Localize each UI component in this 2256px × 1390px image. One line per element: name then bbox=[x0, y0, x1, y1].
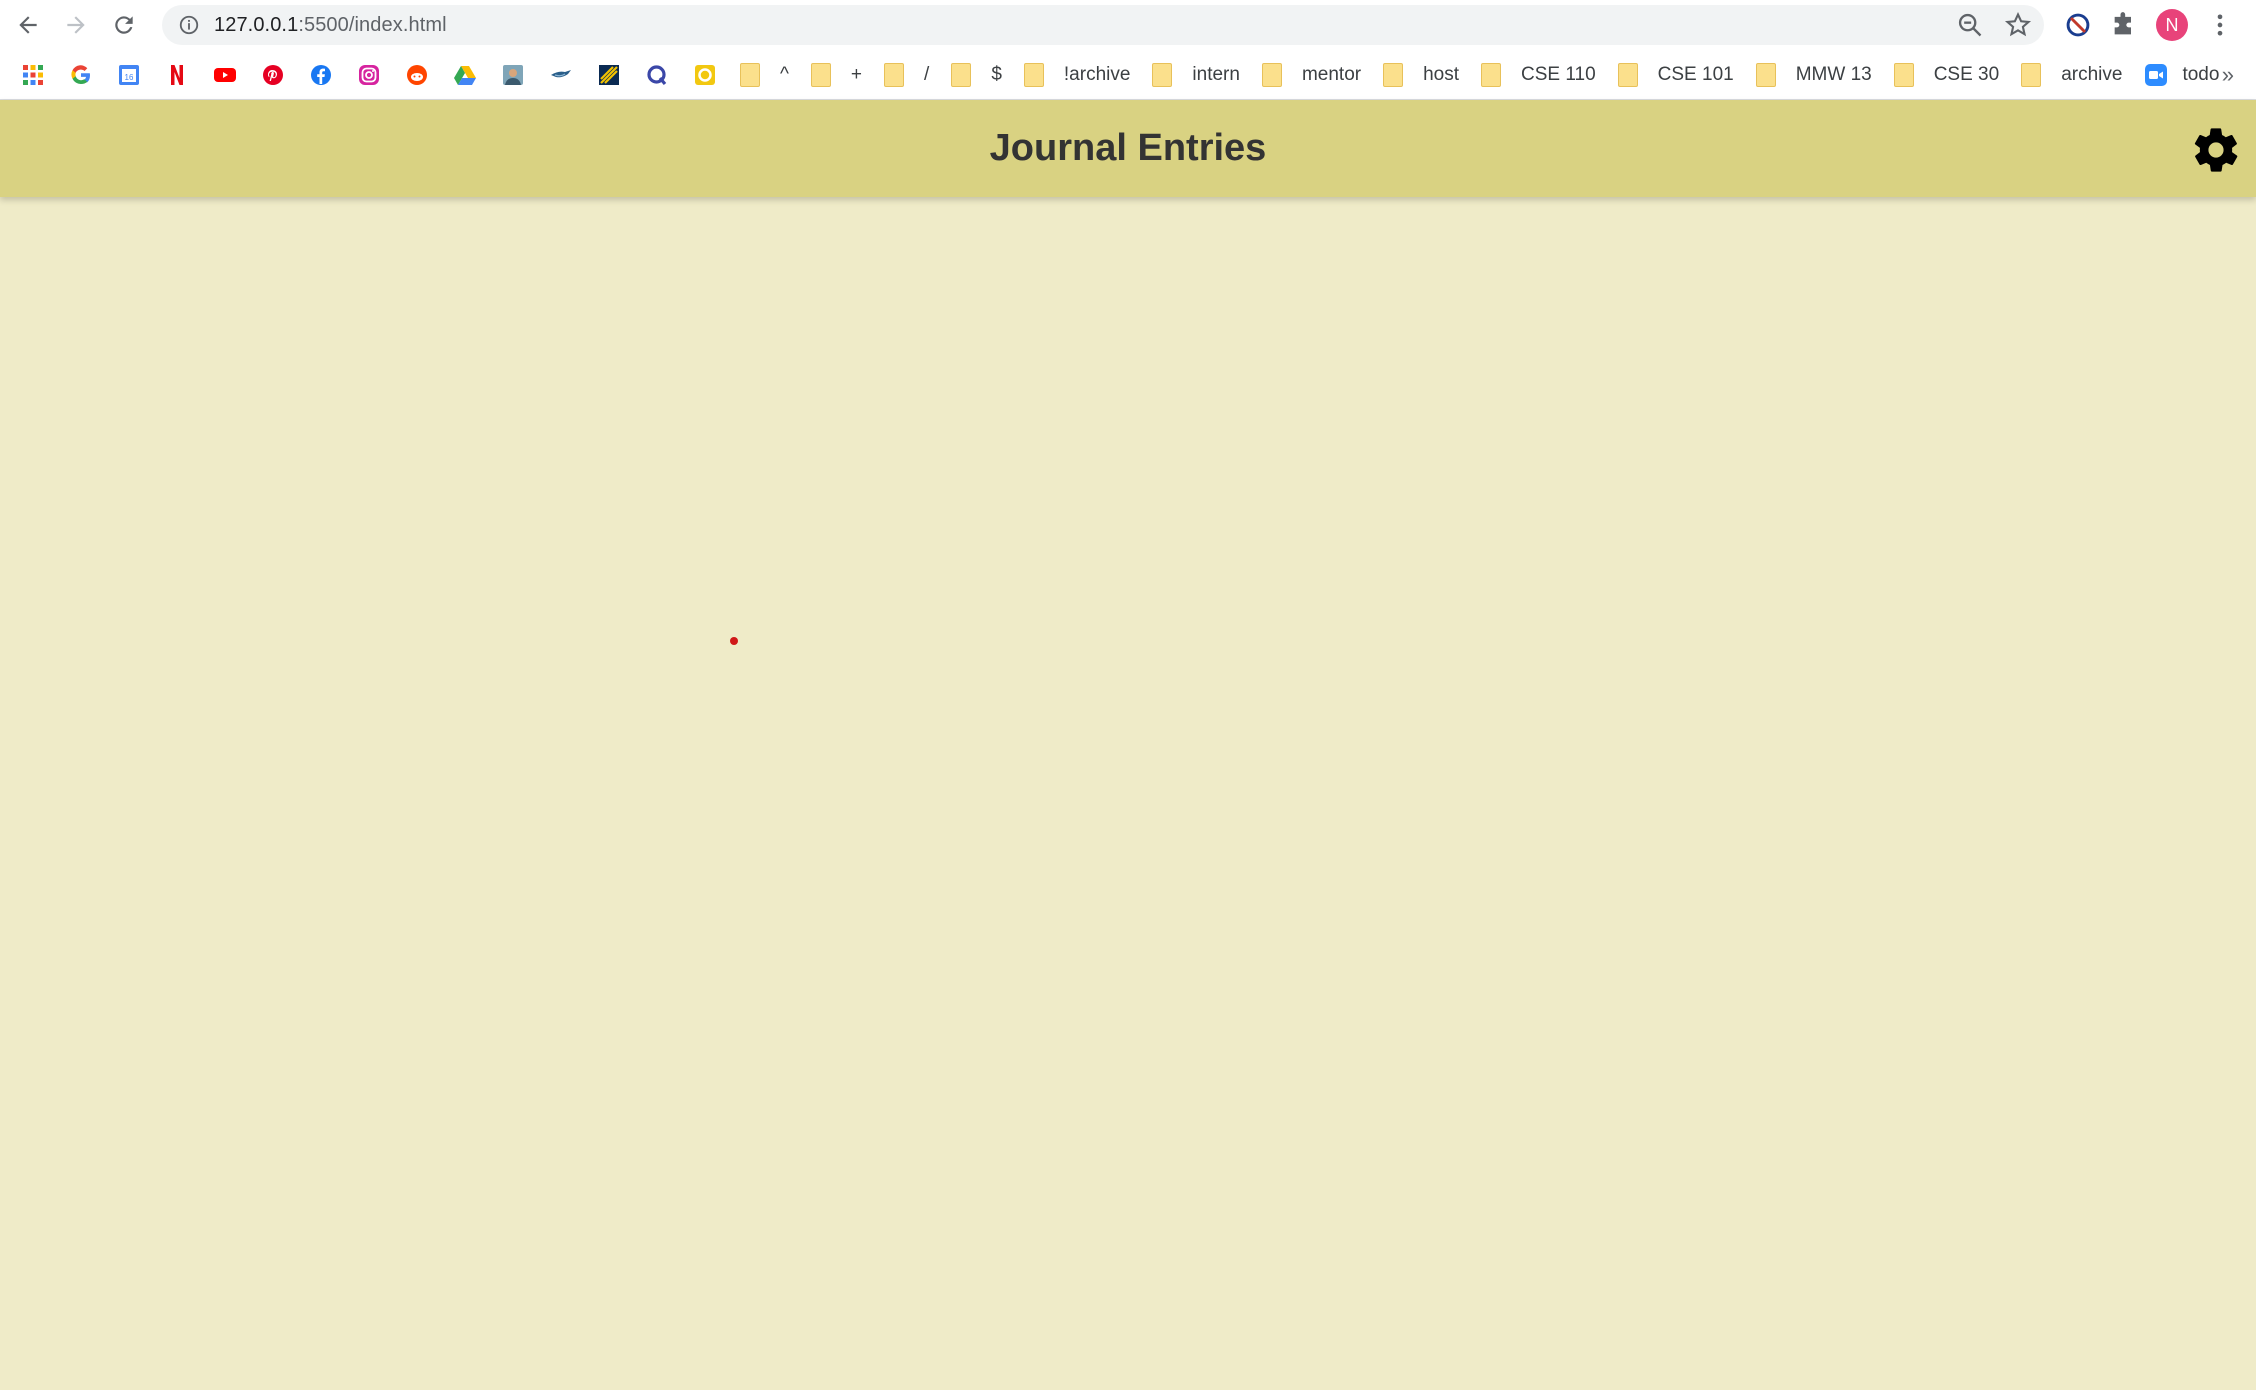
youtube-icon[interactable] bbox=[212, 62, 238, 88]
bookmark-folder[interactable]: MMW 13 bbox=[1755, 62, 1872, 87]
folder-icon bbox=[1893, 62, 1914, 87]
folder-icon bbox=[1755, 62, 1776, 87]
bookmarks-overflow-button[interactable]: » bbox=[2222, 62, 2234, 88]
bookmark-folder[interactable]: mentor bbox=[1261, 62, 1361, 87]
folder-icon bbox=[1023, 62, 1044, 87]
bookmark-folder[interactable]: intern bbox=[1152, 62, 1240, 87]
folder-icon bbox=[740, 62, 760, 87]
app-header: Journal Entries bbox=[0, 100, 2256, 197]
stripes-icon[interactable] bbox=[596, 62, 622, 88]
bookmark-folder[interactable]: + bbox=[810, 62, 862, 87]
bookmarks-bar: 16 ^ + / $ !archive intern mentor host C… bbox=[0, 50, 2256, 100]
bird-icon[interactable] bbox=[548, 62, 574, 88]
folder-icon bbox=[1152, 62, 1173, 87]
q-icon[interactable] bbox=[644, 62, 670, 88]
url-text[interactable]: 127.0.0.1:5500/index.html bbox=[214, 14, 447, 37]
profile-avatar[interactable]: N bbox=[2156, 9, 2188, 41]
reddit-icon[interactable] bbox=[404, 62, 430, 88]
address-bar[interactable]: 127.0.0.1:5500/index.html bbox=[162, 5, 2044, 45]
photo-icon[interactable] bbox=[500, 62, 526, 88]
bookmark-folder[interactable]: archive bbox=[2021, 62, 2122, 87]
facebook-icon[interactable] bbox=[308, 62, 334, 88]
folder-icon bbox=[1383, 62, 1404, 87]
bookmark-folder[interactable]: ^ bbox=[740, 62, 789, 87]
blocked-extension-icon[interactable] bbox=[2064, 11, 2092, 39]
folder-icon bbox=[884, 62, 905, 87]
bookmark-star-icon[interactable] bbox=[2004, 11, 2032, 39]
bookmark-todo[interactable]: todo bbox=[2144, 63, 2219, 87]
calendar-icon[interactable]: 16 bbox=[116, 62, 142, 88]
apps-grid-icon[interactable] bbox=[20, 62, 46, 88]
bookmark-folder[interactable]: host bbox=[1383, 62, 1459, 87]
bookmark-folder[interactable]: / bbox=[884, 62, 929, 87]
folder-icon bbox=[1261, 62, 1282, 87]
folder-icon bbox=[951, 62, 972, 87]
mouse-cursor-marker bbox=[730, 637, 738, 645]
instagram-icon[interactable] bbox=[356, 62, 382, 88]
bookmark-folder[interactable]: CSE 101 bbox=[1617, 62, 1734, 87]
reload-icon[interactable] bbox=[104, 5, 144, 45]
bookmark-folder[interactable]: CSE 30 bbox=[1893, 62, 1999, 87]
bookmark-folder[interactable]: $ bbox=[951, 62, 1002, 87]
google-icon[interactable] bbox=[68, 62, 94, 88]
bookmark-folder[interactable]: !archive bbox=[1023, 62, 1130, 87]
folder-icon bbox=[2021, 62, 2042, 87]
folder-icon bbox=[810, 62, 831, 87]
site-info-icon[interactable] bbox=[178, 14, 200, 36]
kebab-menu-icon[interactable] bbox=[2206, 11, 2234, 39]
svg-text:16: 16 bbox=[125, 73, 134, 82]
pinterest-icon[interactable] bbox=[260, 62, 286, 88]
zoom-icon[interactable] bbox=[1956, 11, 1984, 39]
circle-icon[interactable] bbox=[692, 62, 718, 88]
folder-icon bbox=[1617, 62, 1638, 87]
folder-icon bbox=[1481, 62, 1502, 87]
netflix-icon[interactable] bbox=[164, 62, 190, 88]
browser-toolbar: 127.0.0.1:5500/index.html N bbox=[0, 0, 2256, 50]
puzzle-extensions-icon[interactable] bbox=[2110, 11, 2138, 39]
drive-icon[interactable] bbox=[452, 62, 478, 88]
page-title: Journal Entries bbox=[989, 127, 1267, 169]
back-icon[interactable] bbox=[8, 5, 48, 45]
gear-icon[interactable] bbox=[2190, 124, 2242, 176]
video-icon bbox=[2145, 63, 2168, 86]
bookmark-folder[interactable]: CSE 110 bbox=[1481, 62, 1596, 87]
forward-icon[interactable] bbox=[56, 5, 96, 45]
